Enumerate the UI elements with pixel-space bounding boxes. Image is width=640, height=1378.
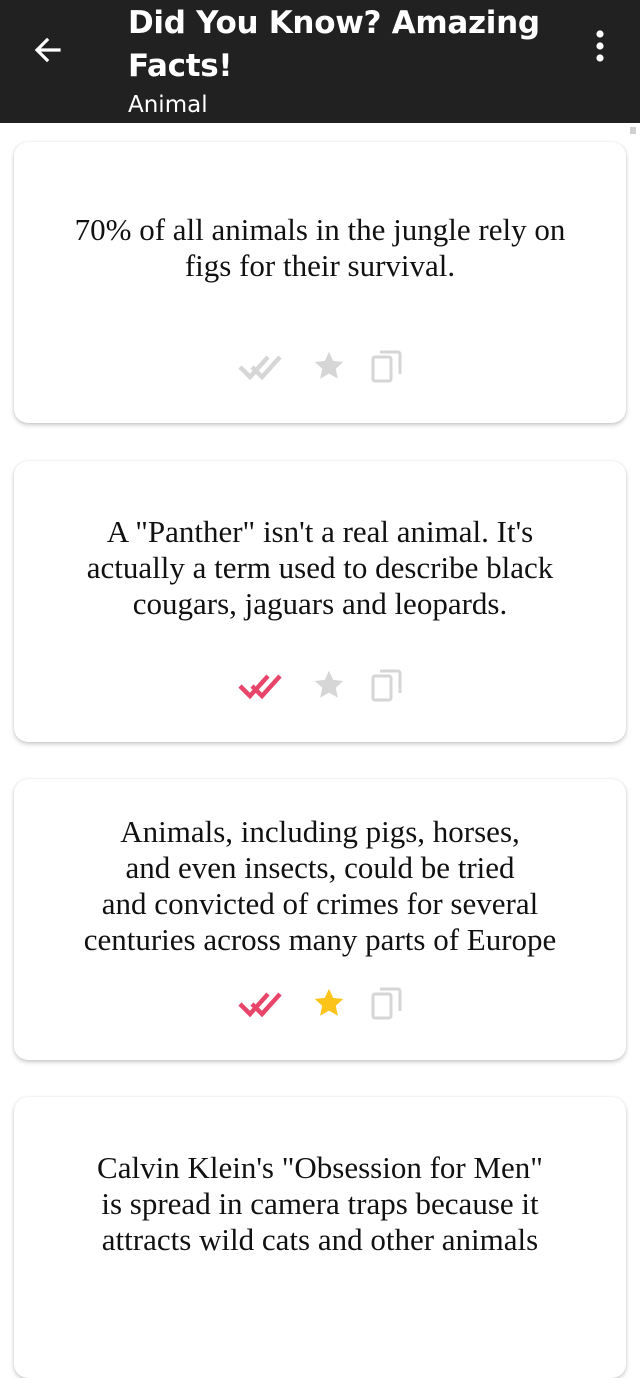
mark-read-button[interactable] bbox=[237, 346, 293, 386]
scrollbar[interactable] bbox=[630, 127, 636, 134]
overflow-menu-button[interactable] bbox=[582, 24, 618, 68]
double-check-icon bbox=[238, 992, 282, 1018]
mark-read-button[interactable] bbox=[237, 665, 293, 705]
copy-icon bbox=[371, 987, 402, 1020]
favorite-button[interactable] bbox=[307, 983, 351, 1023]
fact-actions bbox=[14, 346, 626, 386]
back-button[interactable] bbox=[24, 26, 72, 74]
favorite-button[interactable] bbox=[307, 665, 351, 705]
fact-card: A "Panther" isn't a real animal. It's ac… bbox=[14, 461, 626, 742]
copy-button[interactable] bbox=[365, 665, 409, 705]
fact-card: 70% of all animals in the jungle rely on… bbox=[14, 142, 626, 423]
fact-text: A "Panther" isn't a real animal. It's ac… bbox=[86, 514, 554, 621]
star-icon bbox=[314, 988, 344, 1016]
fact-text: 70% of all animals in the jungle rely on… bbox=[74, 212, 566, 283]
fact-card: Animals, including pigs, horses, and eve… bbox=[14, 779, 626, 1060]
copy-button[interactable] bbox=[365, 983, 409, 1023]
star-icon bbox=[314, 670, 344, 698]
fact-card: Calvin Klein's "Obsession for Men" is sp… bbox=[14, 1097, 626, 1378]
page-title: Did You Know? Amazing Facts! bbox=[128, 5, 540, 84]
star-icon bbox=[314, 351, 344, 379]
double-check-icon bbox=[238, 355, 282, 381]
fact-actions bbox=[14, 983, 626, 1023]
fact-text: Animals, including pigs, horses, and eve… bbox=[83, 814, 557, 957]
double-check-icon bbox=[238, 674, 282, 700]
more-vertical-icon bbox=[596, 30, 604, 62]
favorite-button[interactable] bbox=[307, 346, 351, 386]
copy-icon bbox=[371, 669, 402, 702]
mark-read-button[interactable] bbox=[237, 983, 293, 1023]
page-subtitle: Animal bbox=[128, 92, 208, 118]
app-bar: Did You Know? Amazing Facts! Animal bbox=[0, 0, 640, 123]
copy-button[interactable] bbox=[365, 346, 409, 386]
arrow-left-icon bbox=[34, 37, 61, 63]
copy-icon bbox=[371, 350, 402, 383]
fact-actions bbox=[14, 665, 626, 705]
